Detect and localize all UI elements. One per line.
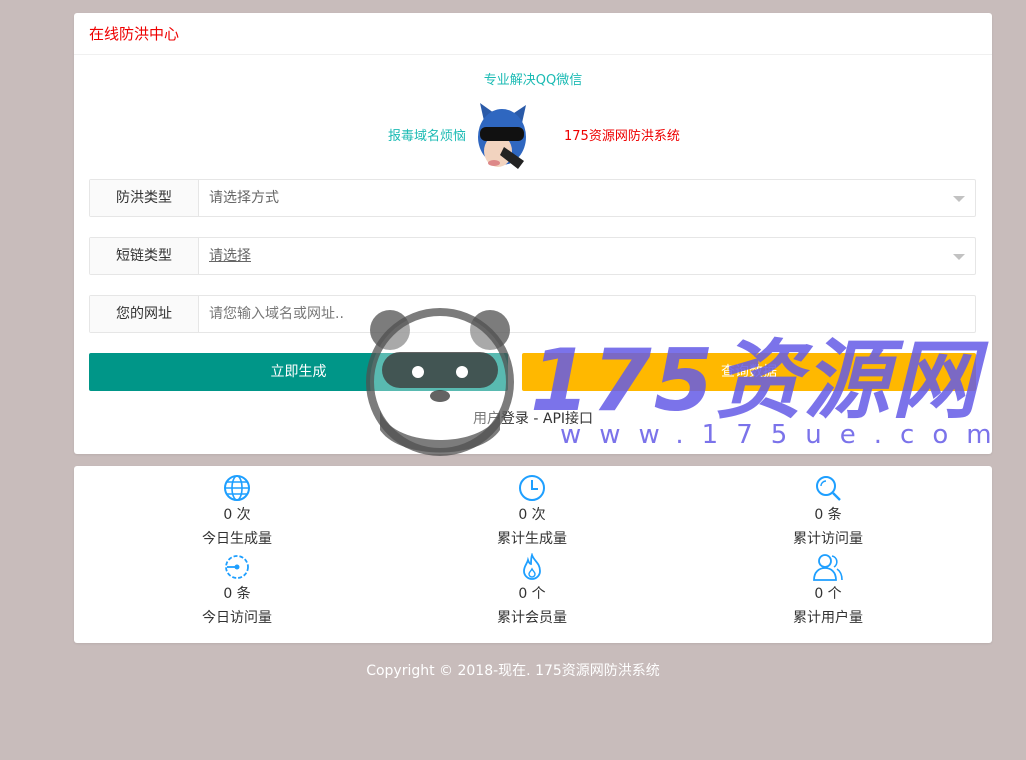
stats-card: 0 次 今日生成量 0 次 累计生成量 0 条 累计访问量 0 条 今日访问量 <box>74 466 992 643</box>
promo-left-text: 报毒域名烦恼 <box>388 129 467 144</box>
link-separator: - <box>528 411 543 427</box>
stat-total-generated: 0 次 累计生成量 <box>432 474 632 548</box>
copyright-footer: Copyright © 2018-现在. 175资源网防洪系统 <box>366 663 660 679</box>
stat-label: 累计用户量 <box>793 610 863 626</box>
defense-type-label: 防洪类型 <box>90 180 199 216</box>
login-link[interactable]: 用户登录 <box>473 411 529 427</box>
footer-links: 用户登录 - API接口 <box>74 408 992 428</box>
defense-type-select[interactable]: 防洪类型 请选择方式 <box>89 179 976 217</box>
url-label: 您的网址 <box>90 296 199 332</box>
stat-label: 累计生成量 <box>497 531 567 547</box>
generate-button[interactable]: 立即生成 <box>89 353 508 391</box>
page-title: 在线防洪中心 <box>74 13 992 55</box>
stat-value: 0 个 <box>518 586 546 602</box>
stat-label: 累计访问量 <box>793 531 863 547</box>
api-link[interactable]: API接口 <box>543 411 593 427</box>
short-link-type-selected: 请选择 <box>209 248 251 264</box>
clock-icon <box>519 475 545 501</box>
fire-icon <box>523 553 541 580</box>
url-input-row: 您的网址 请您输入域名或网址.. <box>89 295 976 333</box>
promo-right-text: 175资源网防洪系统 <box>564 129 680 144</box>
stat-today-generated: 0 次 今日生成量 <box>137 474 337 548</box>
short-link-type-value[interactable]: 请选择 <box>199 238 975 274</box>
url-input[interactable]: 请您输入域名或网址.. <box>199 296 975 332</box>
chevron-down-icon <box>953 254 965 260</box>
chevron-down-icon <box>953 196 965 202</box>
stat-today-visits: 0 条 今日访问量 <box>137 553 337 627</box>
stat-value: 0 条 <box>223 586 251 602</box>
stat-label: 今日访问量 <box>202 610 272 626</box>
stat-value: 0 次 <box>518 507 546 523</box>
stat-label: 今日生成量 <box>202 531 272 547</box>
stat-value: 0 个 <box>814 586 842 602</box>
stat-total-members: 0 个 累计会员量 <box>432 553 632 627</box>
stat-total-visits: 0 条 累计访问量 <box>728 474 928 548</box>
stat-value: 0 次 <box>223 507 251 523</box>
main-card: 在线防洪中心 专业解决QQ微信 报毒域名烦恼 175资源网防洪系统 防洪类型 请… <box>74 13 992 454</box>
users-icon <box>813 554 843 581</box>
defense-type-selected: 请选择方式 <box>209 190 279 206</box>
stat-label: 累计会员量 <box>497 610 567 626</box>
query-button[interactable]: 查询数据 <box>522 353 976 391</box>
defense-type-value[interactable]: 请选择方式 <box>199 180 975 216</box>
stat-total-users: 0 个 累计用户量 <box>728 553 928 627</box>
short-link-type-select[interactable]: 短链类型 请选择 <box>89 237 976 275</box>
promo-top-text: 专业解决QQ微信 <box>483 73 583 88</box>
avatar <box>474 101 530 173</box>
gauge-icon <box>225 555 249 579</box>
search-icon <box>816 476 841 501</box>
short-link-type-label: 短链类型 <box>90 238 199 274</box>
globe-icon <box>224 475 250 501</box>
stat-value: 0 条 <box>814 507 842 523</box>
